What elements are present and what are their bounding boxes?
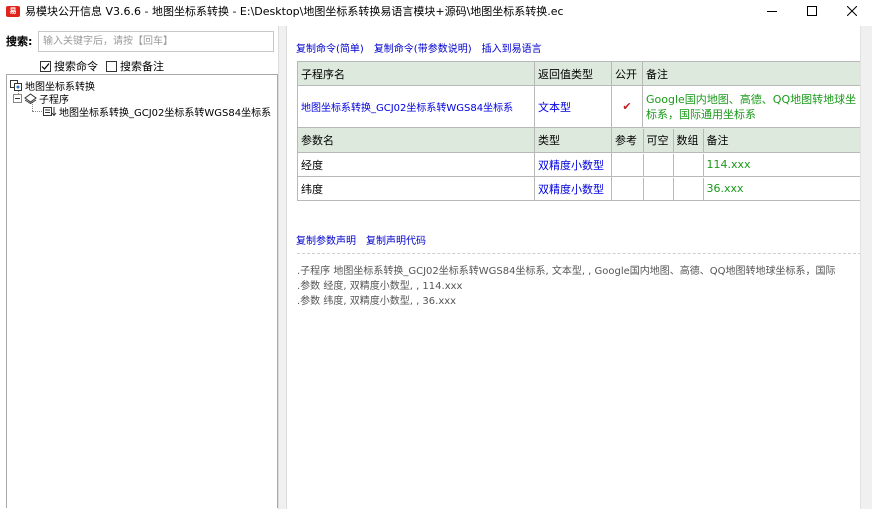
subroutine-table: 子程序名 返回值类型 公开 备注 地图坐标系转换_GCJ02坐标系转WGS84坐…: [297, 61, 861, 201]
param-type-cell: 双精度小数型: [534, 176, 612, 201]
header-return-type: 返回值类型: [534, 61, 612, 86]
table-row: 纬度 双精度小数型 36.xxx: [297, 176, 861, 201]
param-remark-cell: 114.xxx: [706, 158, 751, 171]
public-check-icon: ✔: [611, 85, 643, 128]
search-commands-checkbox[interactable]: 搜索命令: [40, 58, 98, 74]
param-array-cell: [673, 177, 704, 200]
insert-to-eyuyan-link[interactable]: 插入到易语言: [482, 40, 542, 55]
subroutine-icon: [43, 107, 57, 117]
header-param-name: 参数名: [297, 127, 535, 153]
declaration-line: .参数 经度, 双精度小数型, , 114.xxx: [297, 281, 463, 292]
param-type-cell: 双精度小数型: [534, 152, 612, 177]
declaration-line: .子程序 地图坐标系转换_GCJ02坐标系转WGS84坐标系, 文本型, , G…: [297, 266, 836, 277]
maximize-icon: [807, 6, 817, 16]
window-title: 易模块公开信息 V3.6.6 - 地图坐标系转换 - E:\Desktop\地图…: [25, 5, 564, 18]
header-param-flags: 参考 可空 数组 备注: [611, 127, 861, 153]
search-remarks-label: 搜索备注: [120, 60, 164, 73]
subroutine-name-cell: 地图坐标系转换_GCJ02坐标系转WGS84坐标系: [297, 85, 535, 128]
header-param-array: 数组: [673, 128, 704, 152]
search-commands-label: 搜索命令: [54, 60, 98, 73]
param-ref-cell: [612, 177, 644, 200]
search-remarks-checkbox[interactable]: 搜索备注: [106, 58, 164, 74]
search-input[interactable]: [38, 30, 274, 52]
param-ref-cell: [612, 153, 644, 176]
param-array-cell: [673, 153, 704, 176]
remark-cell: Google国内地图、高德、QQ地图转地球坐标系，国际通用坐标系: [642, 85, 861, 128]
search-row: 搜索:: [0, 30, 280, 52]
copy-command-simple-link[interactable]: 复制命令(简单): [296, 40, 364, 55]
maximize-button[interactable]: [792, 0, 832, 22]
subroutine-group-icon: [24, 93, 37, 104]
header-param-nullable: 可空: [643, 128, 674, 152]
declaration-code[interactable]: .子程序 地图坐标系转换_GCJ02坐标系转WGS84坐标系, 文本型, , G…: [297, 264, 861, 309]
param-nullable-cell: [643, 177, 674, 200]
close-button[interactable]: [832, 0, 872, 22]
param-remark-cell: 36.xxx: [706, 182, 744, 195]
title-bar: 易 易模块公开信息 V3.6.6 - 地图坐标系转换 - E:\Desktop\…: [0, 0, 872, 22]
declaration-toolbar: 复制参数声明 复制声明代码: [296, 232, 426, 247]
header-subroutine-name: 子程序名: [297, 61, 535, 86]
module-tree[interactable]: 地图坐标系转换 子程序 地图坐标系转换_GCJ02坐标系转WGS84坐标系: [6, 74, 278, 508]
header-param-type: 类型: [534, 127, 612, 153]
subroutine-table-header: 子程序名 返回值类型 公开 备注: [297, 61, 861, 86]
minimize-icon: [767, 11, 777, 12]
minimize-button[interactable]: [752, 0, 792, 22]
app-icon: 易: [6, 5, 20, 17]
tree-connector: [32, 111, 42, 112]
header-param-ref: 参考: [612, 128, 644, 152]
param-name-cell: 经度: [297, 152, 535, 177]
table-row: 经度 双精度小数型 114.xxx: [297, 152, 861, 177]
declaration-line: .参数 纬度, 双精度小数型, , 36.xxx: [297, 296, 457, 307]
checkbox-checked-icon[interactable]: [40, 60, 51, 72]
param-nullable-cell: [643, 153, 674, 176]
return-type-cell: 文本型: [534, 85, 612, 128]
right-panel: 复制命令(简单) 复制命令(带参数说明) 插入到易语言 子程序名 返回值类型 公…: [287, 26, 872, 509]
panel-splitter[interactable]: [278, 26, 287, 509]
table-row: 地图坐标系转换_GCJ02坐标系转WGS84坐标系 文本型 ✔ Google国内…: [297, 85, 861, 128]
checkbox-unchecked-icon[interactable]: [106, 60, 117, 72]
param-flags-cell: 36.xxx: [611, 176, 861, 201]
search-label: 搜索:: [6, 35, 33, 48]
tree-leaf-label: 地图坐标系转换_GCJ02坐标系转WGS84坐标系: [59, 108, 272, 119]
vertical-scrollbar[interactable]: [860, 26, 872, 509]
copy-declaration-code-link[interactable]: 复制声明代码: [366, 232, 426, 247]
param-table-header: 参数名 类型 参考 可空 数组 备注: [297, 127, 861, 153]
left-panel: 搜索: 搜索命令 搜索备注 地图坐标系转换: [0, 26, 280, 509]
header-param-remark: 备注: [706, 134, 729, 147]
module-icon: [10, 80, 22, 91]
header-public: 公开: [611, 61, 643, 86]
search-options: 搜索命令 搜索备注: [40, 58, 164, 74]
tree-leaf-node[interactable]: 地图坐标系转换_GCJ02坐标系转WGS84坐标系: [43, 104, 271, 119]
param-name-cell: 纬度: [297, 176, 535, 201]
copy-param-declaration-link[interactable]: 复制参数声明: [296, 232, 356, 247]
copy-toolbar: 复制命令(简单) 复制命令(带参数说明) 插入到易语言: [296, 40, 542, 55]
header-remark: 备注: [642, 61, 861, 86]
collapse-icon[interactable]: [13, 94, 22, 103]
window-controls: [752, 0, 872, 22]
divider: [297, 253, 861, 254]
copy-command-params-link[interactable]: 复制命令(带参数说明): [374, 40, 472, 55]
close-icon: [847, 6, 857, 16]
param-flags-cell: 114.xxx: [611, 152, 861, 177]
